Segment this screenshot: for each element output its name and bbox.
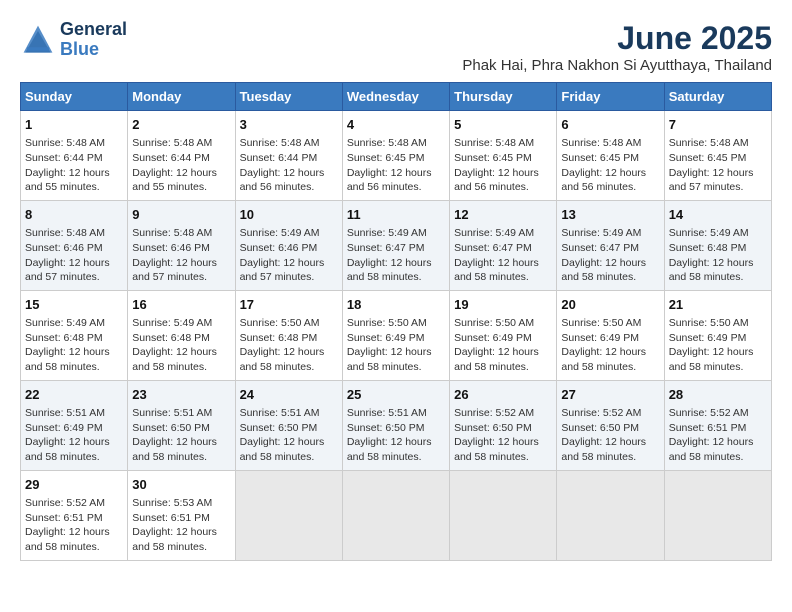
table-row: 3 Sunrise: 5:48 AMSunset: 6:44 PMDayligh…	[235, 111, 342, 201]
calendar-week-4: 22 Sunrise: 5:51 AMSunset: 6:49 PMDaylig…	[21, 380, 772, 470]
table-row: 15 Sunrise: 5:49 AMSunset: 6:48 PMDaylig…	[21, 290, 128, 380]
table-row: 12 Sunrise: 5:49 AMSunset: 6:47 PMDaylig…	[450, 200, 557, 290]
table-row: 17 Sunrise: 5:50 AMSunset: 6:48 PMDaylig…	[235, 290, 342, 380]
calendar-week-5: 29 Sunrise: 5:52 AMSunset: 6:51 PMDaylig…	[21, 470, 772, 560]
calendar: Sunday Monday Tuesday Wednesday Thursday…	[20, 82, 772, 561]
calendar-week-3: 15 Sunrise: 5:49 AMSunset: 6:48 PMDaylig…	[21, 290, 772, 380]
table-row	[235, 470, 342, 560]
title-block: June 2025 Phak Hai, Phra Nakhon Si Ayutt…	[462, 20, 772, 74]
table-row: 5 Sunrise: 5:48 AMSunset: 6:45 PMDayligh…	[450, 111, 557, 201]
col-friday: Friday	[557, 83, 664, 111]
table-row: 1 Sunrise: 5:48 AMSunset: 6:44 PMDayligh…	[21, 111, 128, 201]
table-row	[664, 470, 771, 560]
location-title: Phak Hai, Phra Nakhon Si Ayutthaya, Thai…	[462, 57, 772, 74]
table-row: 14 Sunrise: 5:49 AMSunset: 6:48 PMDaylig…	[664, 200, 771, 290]
table-row: 23 Sunrise: 5:51 AMSunset: 6:50 PMDaylig…	[128, 380, 235, 470]
logo-text: General Blue	[60, 20, 127, 60]
table-row: 8 Sunrise: 5:48 AMSunset: 6:46 PMDayligh…	[21, 200, 128, 290]
table-row: 20 Sunrise: 5:50 AMSunset: 6:49 PMDaylig…	[557, 290, 664, 380]
col-tuesday: Tuesday	[235, 83, 342, 111]
table-row: 27 Sunrise: 5:52 AMSunset: 6:50 PMDaylig…	[557, 380, 664, 470]
table-row: 29 Sunrise: 5:52 AMSunset: 6:51 PMDaylig…	[21, 470, 128, 560]
table-row: 21 Sunrise: 5:50 AMSunset: 6:49 PMDaylig…	[664, 290, 771, 380]
table-row	[557, 470, 664, 560]
col-monday: Monday	[128, 83, 235, 111]
table-row: 19 Sunrise: 5:50 AMSunset: 6:49 PMDaylig…	[450, 290, 557, 380]
col-wednesday: Wednesday	[342, 83, 449, 111]
table-row: 30 Sunrise: 5:53 AMSunset: 6:51 PMDaylig…	[128, 470, 235, 560]
table-row: 10 Sunrise: 5:49 AMSunset: 6:46 PMDaylig…	[235, 200, 342, 290]
table-row: 18 Sunrise: 5:50 AMSunset: 6:49 PMDaylig…	[342, 290, 449, 380]
col-sunday: Sunday	[21, 83, 128, 111]
table-row: 4 Sunrise: 5:48 AMSunset: 6:45 PMDayligh…	[342, 111, 449, 201]
col-saturday: Saturday	[664, 83, 771, 111]
logo-line1: General	[60, 20, 127, 40]
table-row: 16 Sunrise: 5:49 AMSunset: 6:48 PMDaylig…	[128, 290, 235, 380]
table-row: 9 Sunrise: 5:48 AMSunset: 6:46 PMDayligh…	[128, 200, 235, 290]
calendar-week-1: 1 Sunrise: 5:48 AMSunset: 6:44 PMDayligh…	[21, 111, 772, 201]
logo-line2: Blue	[60, 39, 99, 59]
table-row: 25 Sunrise: 5:51 AMSunset: 6:50 PMDaylig…	[342, 380, 449, 470]
month-title: June 2025	[462, 20, 772, 57]
table-row: 7 Sunrise: 5:48 AMSunset: 6:45 PMDayligh…	[664, 111, 771, 201]
table-row: 6 Sunrise: 5:48 AMSunset: 6:45 PMDayligh…	[557, 111, 664, 201]
table-row	[450, 470, 557, 560]
logo-icon	[20, 22, 56, 58]
table-row: 24 Sunrise: 5:51 AMSunset: 6:50 PMDaylig…	[235, 380, 342, 470]
table-row: 22 Sunrise: 5:51 AMSunset: 6:49 PMDaylig…	[21, 380, 128, 470]
table-row: 11 Sunrise: 5:49 AMSunset: 6:47 PMDaylig…	[342, 200, 449, 290]
table-row: 28 Sunrise: 5:52 AMSunset: 6:51 PMDaylig…	[664, 380, 771, 470]
calendar-week-2: 8 Sunrise: 5:48 AMSunset: 6:46 PMDayligh…	[21, 200, 772, 290]
col-thursday: Thursday	[450, 83, 557, 111]
logo: General Blue	[20, 20, 127, 60]
table-row: 13 Sunrise: 5:49 AMSunset: 6:47 PMDaylig…	[557, 200, 664, 290]
table-row: 2 Sunrise: 5:48 AMSunset: 6:44 PMDayligh…	[128, 111, 235, 201]
calendar-header-row: Sunday Monday Tuesday Wednesday Thursday…	[21, 83, 772, 111]
table-row	[342, 470, 449, 560]
table-row: 26 Sunrise: 5:52 AMSunset: 6:50 PMDaylig…	[450, 380, 557, 470]
page-header: General Blue June 2025 Phak Hai, Phra Na…	[20, 20, 772, 74]
